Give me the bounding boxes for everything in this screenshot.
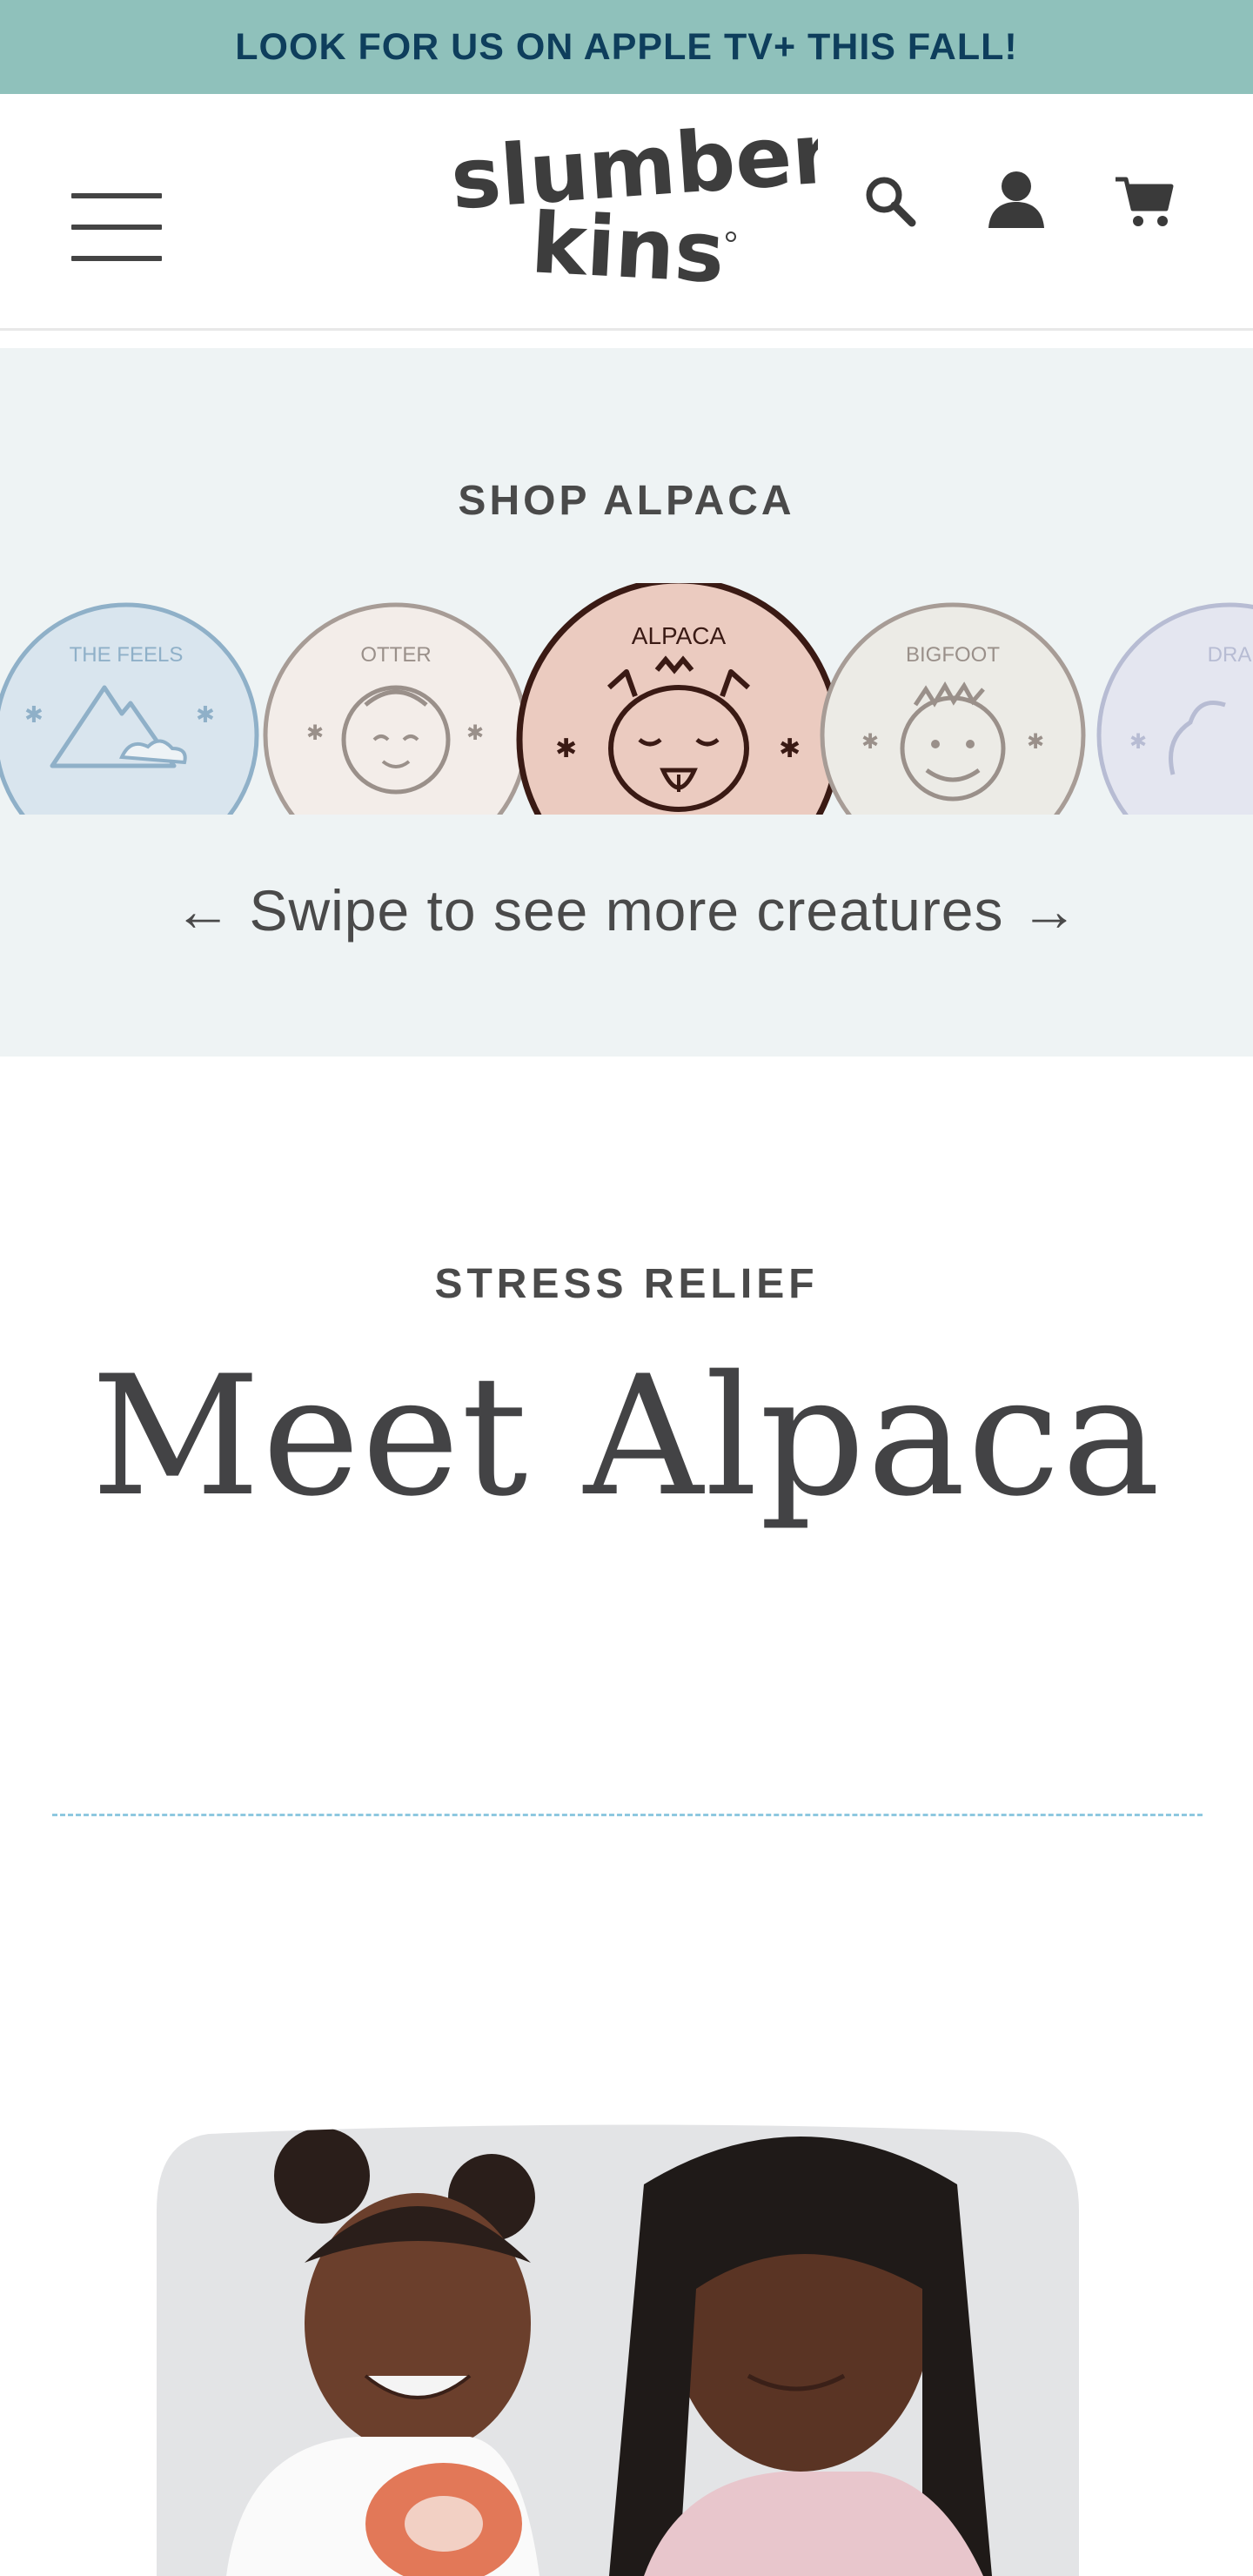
- creature-the-feels[interactable]: THE FEELS ✱ ✱: [0, 600, 261, 815]
- search-icon[interactable]: [861, 172, 917, 228]
- creature-label: BIGFOOT: [906, 643, 1000, 667]
- hamburger-icon[interactable]: [71, 188, 162, 266]
- creature-dragon[interactable]: DRA ✱: [1095, 600, 1253, 815]
- logo-line2: kins: [529, 194, 727, 289]
- logo[interactable]: slumber kins: [435, 115, 818, 289]
- svg-text:✱: ✱: [779, 735, 801, 763]
- svg-text:✱: ✱: [196, 701, 215, 728]
- creature-carousel[interactable]: THE FEELS ✱ ✱ OTTER ✱ ✱ ALPACA ✱ ✱ BIGFO…: [0, 583, 1253, 815]
- swipe-hint: ← Swipe to see more creatures →: [174, 878, 1079, 943]
- hero-photo: [157, 2124, 1079, 2576]
- creature-label: DRA: [1208, 643, 1252, 667]
- creature-otter[interactable]: OTTER ✱ ✱: [261, 600, 531, 815]
- svg-text:✱: ✱: [861, 730, 879, 754]
- svg-text:✱: ✱: [466, 721, 484, 745]
- page-title: Meet Alpaca: [90, 1340, 1163, 1533]
- shop-heading: SHOP ALPACA: [458, 478, 795, 524]
- header-divider: [0, 328, 1253, 331]
- svg-text:✱: ✱: [306, 721, 324, 745]
- creature-label: ALPACA: [632, 622, 727, 649]
- svg-text:✱: ✱: [1027, 730, 1044, 754]
- cart-icon[interactable]: [1114, 174, 1175, 230]
- creature-label: THE FEELS: [70, 643, 184, 667]
- account-icon[interactable]: [985, 167, 1048, 230]
- svg-text:✱: ✱: [24, 701, 44, 728]
- dashed-divider: [52, 1814, 1203, 1816]
- site-header: slumber kins: [0, 94, 1253, 329]
- shop-section: SHOP ALPACA THE FEELS ✱ ✱ OTTER ✱ ✱ ALPA…: [0, 348, 1253, 1057]
- announcement-link[interactable]: LOOK FOR US ON APPLE TV+ THIS FALL!: [235, 26, 1017, 69]
- svg-text:✱: ✱: [555, 735, 577, 763]
- creature-bigfoot[interactable]: BIGFOOT ✱ ✱: [818, 600, 1088, 815]
- section-wave: [0, 1039, 1253, 1055]
- eyebrow: STRESS RELIEF: [434, 1261, 819, 1307]
- creature-alpaca[interactable]: ALPACA ✱ ✱: [513, 583, 844, 815]
- svg-text:✱: ✱: [1129, 730, 1147, 754]
- announcement-bar: LOOK FOR US ON APPLE TV+ THIS FALL!: [0, 0, 1253, 94]
- creature-label: OTTER: [360, 643, 431, 667]
